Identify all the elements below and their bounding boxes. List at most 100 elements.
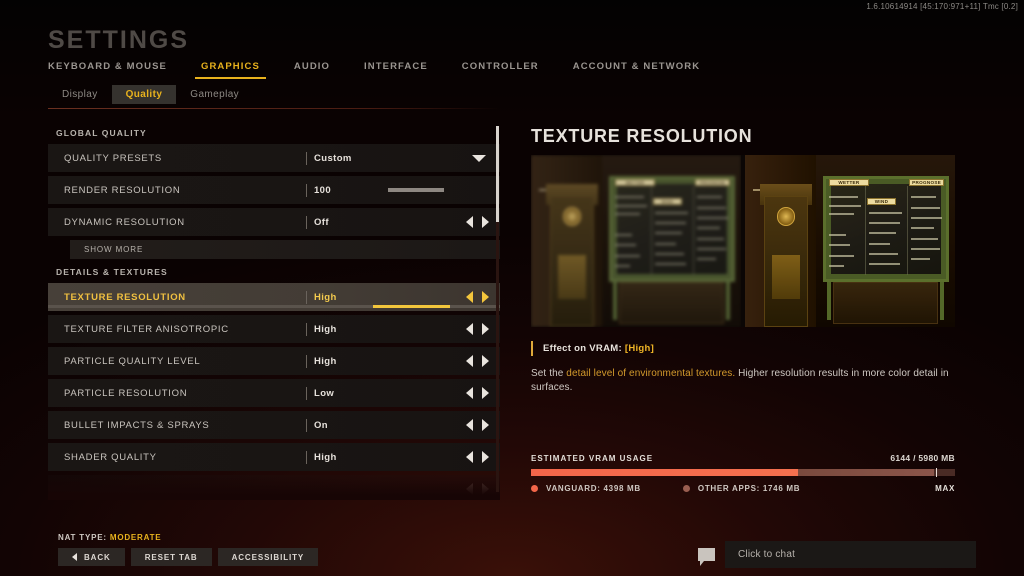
tab-interface[interactable]: INTERFACE bbox=[364, 57, 428, 79]
setting-row-partially-visible[interactable] bbox=[48, 475, 500, 496]
setting-value-group: Custom bbox=[306, 144, 352, 172]
arrow-right-icon[interactable] bbox=[482, 323, 489, 335]
legend-label: VANGUARD: 4398 MB bbox=[546, 484, 641, 493]
setting-row-particle-quality-level[interactable]: PARTICLE QUALITY LEVEL High bbox=[48, 347, 500, 375]
setting-label: TEXTURE FILTER ANISOTROPIC bbox=[64, 323, 229, 335]
arrow-left-icon[interactable] bbox=[466, 483, 473, 495]
accessibility-button[interactable]: ACCESSIBILITY bbox=[217, 548, 319, 566]
scene-chalk-line bbox=[615, 265, 630, 268]
setting-label: PARTICLE RESOLUTION bbox=[64, 387, 188, 399]
legend-label: OTHER APPS: 1746 MB bbox=[697, 484, 801, 493]
tab-graphics[interactable]: GRAPHICS bbox=[194, 57, 266, 79]
render-resolution-slider[interactable] bbox=[388, 188, 444, 192]
vram-segment-other-apps bbox=[798, 469, 934, 476]
vram-max-label: MAX bbox=[935, 484, 955, 493]
setting-row-texture-resolution[interactable]: TEXTURE RESOLUTION High bbox=[48, 283, 500, 311]
scene-clock-ornament bbox=[772, 254, 800, 300]
value-divider bbox=[306, 290, 307, 304]
scene-clock-face bbox=[776, 206, 796, 226]
value-arrows bbox=[466, 283, 489, 311]
setting-row-bullet-impacts-sprays[interactable]: BULLET IMPACTS & SPRAYS On bbox=[48, 411, 500, 439]
nat-type-label: NAT TYPE: bbox=[58, 533, 110, 542]
scene-chalk-line bbox=[615, 204, 647, 207]
arrow-right-icon[interactable] bbox=[482, 216, 489, 228]
vram-effect-text: Effect on VRAM: [High] bbox=[543, 343, 654, 354]
setting-row-quality-presets[interactable]: QUALITY PRESETS Custom bbox=[48, 144, 500, 172]
scene-chalk-line bbox=[829, 234, 846, 237]
scene-chalk-line bbox=[829, 265, 844, 268]
scene-chalk-line bbox=[696, 206, 727, 209]
setting-value: High bbox=[314, 451, 337, 463]
value-divider bbox=[306, 386, 307, 400]
scene-chalk-line bbox=[615, 213, 641, 216]
arrow-left-icon[interactable] bbox=[466, 451, 473, 463]
arrow-left-icon[interactable] bbox=[466, 291, 473, 303]
show-more-button[interactable]: SHOW MORE bbox=[70, 240, 500, 259]
back-button[interactable]: BACK bbox=[58, 548, 125, 566]
subtab-gameplay[interactable]: Gameplay bbox=[176, 85, 253, 104]
scene-chalk-line bbox=[829, 196, 859, 199]
setting-label: RENDER RESOLUTION bbox=[64, 184, 181, 196]
chat-bubble-icon bbox=[698, 548, 715, 566]
legend-dot-icon bbox=[682, 485, 690, 492]
arrow-right-icon[interactable] bbox=[482, 483, 489, 495]
chat-input[interactable]: Click to chat bbox=[725, 541, 976, 568]
scene-chalk-line bbox=[829, 204, 861, 207]
setting-row-shader-quality[interactable]: SHADER QUALITY High bbox=[48, 443, 500, 471]
value-divider bbox=[306, 151, 307, 165]
setting-row-dynamic-resolution[interactable]: DYNAMIC RESOLUTION Off bbox=[48, 208, 500, 236]
arrow-right-icon[interactable] bbox=[482, 387, 489, 399]
scene-chalk-line bbox=[615, 254, 641, 257]
setting-value-group: On bbox=[306, 411, 328, 439]
setting-value: 100 bbox=[314, 184, 332, 196]
subtab-display[interactable]: Display bbox=[48, 85, 112, 104]
setting-row-particle-resolution[interactable]: PARTICLE RESOLUTION Low bbox=[48, 379, 500, 407]
scene-chalk-line bbox=[868, 242, 890, 245]
arrow-right-icon[interactable] bbox=[482, 291, 489, 303]
nat-type-status: NAT TYPE: MODERATE bbox=[58, 533, 161, 542]
reset-tab-button[interactable]: RESET TAB bbox=[130, 548, 212, 566]
tab-account-network[interactable]: ACCOUNT & NETWORK bbox=[573, 57, 700, 79]
texture-resolution-slider[interactable] bbox=[48, 305, 500, 308]
setting-row-render-resolution[interactable]: RENDER RESOLUTION 100 bbox=[48, 176, 500, 204]
arrow-right-icon[interactable] bbox=[482, 451, 489, 463]
vram-max-tick bbox=[935, 468, 937, 477]
arrow-left-icon[interactable] bbox=[466, 355, 473, 367]
arrow-left-icon[interactable] bbox=[466, 216, 473, 228]
detail-description: Set the detail level of environmental te… bbox=[531, 367, 955, 395]
setting-value: High bbox=[314, 355, 337, 367]
tab-controller[interactable]: CONTROLLER bbox=[462, 57, 539, 79]
scene-chalk-line bbox=[615, 244, 636, 247]
scrollbar-thumb[interactable] bbox=[496, 126, 499, 222]
arrow-left-icon[interactable] bbox=[466, 323, 473, 335]
scene-board-base bbox=[619, 282, 725, 324]
setting-row-texture-filter-anisotropic[interactable]: TEXTURE FILTER ANISOTROPIC High bbox=[48, 315, 500, 343]
show-more-label: SHOW MORE bbox=[84, 245, 144, 254]
arrow-left-icon[interactable] bbox=[466, 419, 473, 431]
scene-chalk-line bbox=[868, 232, 897, 235]
value-arrows bbox=[466, 411, 489, 439]
arrow-right-icon[interactable] bbox=[482, 355, 489, 367]
accessibility-button-label: ACCESSIBILITY bbox=[231, 552, 305, 562]
desc-highlight: detail level of environmental textures. bbox=[566, 368, 736, 379]
scene-board-divider bbox=[906, 185, 908, 276]
setting-label: PARTICLE QUALITY LEVEL bbox=[64, 355, 201, 367]
scene-chalk-line bbox=[654, 232, 683, 235]
value-arrows bbox=[466, 475, 489, 496]
chevron-down-icon[interactable] bbox=[472, 155, 486, 162]
tab-audio[interactable]: AUDIO bbox=[294, 57, 330, 79]
tab-keyboard-mouse[interactable]: KEYBOARD & MOUSE bbox=[48, 57, 167, 79]
scene-sign-prognose: PROGNOSE bbox=[694, 179, 731, 187]
reset-tab-button-label: RESET TAB bbox=[144, 552, 198, 562]
value-divider bbox=[306, 322, 307, 336]
arrow-left-icon[interactable] bbox=[466, 387, 473, 399]
chat-bar[interactable]: Click to chat bbox=[698, 541, 976, 568]
vram-effect-prefix: Effect on VRAM: bbox=[543, 343, 625, 354]
scene-board-divider bbox=[864, 185, 866, 276]
scene-sign-wetter: WETTER bbox=[829, 179, 869, 187]
arrow-right-icon[interactable] bbox=[482, 419, 489, 431]
legend-item-app: VANGUARD: 4398 MB bbox=[531, 484, 641, 493]
scene-chalk-line bbox=[615, 196, 645, 199]
subtab-quality[interactable]: Quality bbox=[111, 85, 177, 104]
setting-value: Custom bbox=[314, 152, 352, 164]
